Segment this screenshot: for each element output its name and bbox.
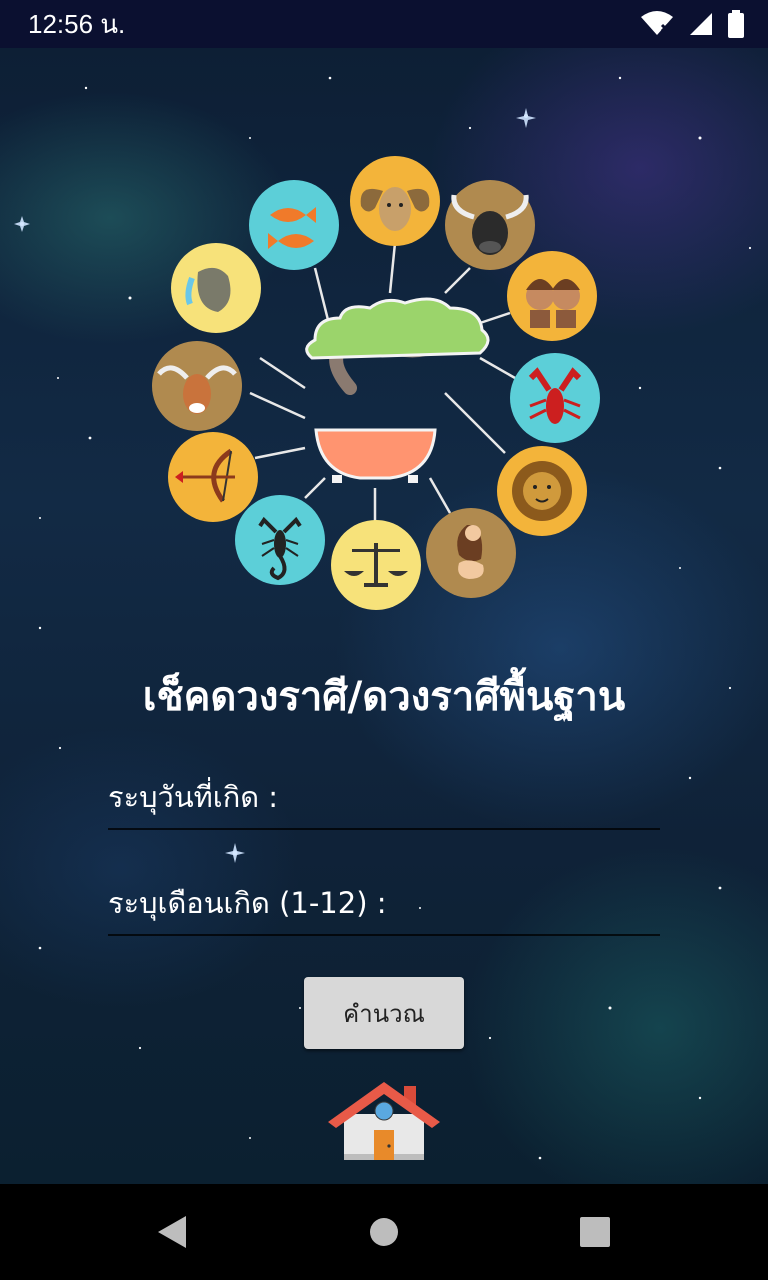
calculate-button[interactable]: คำนวณ (304, 977, 464, 1049)
birth-day-field[interactable]: ระบุวันที่เกิด : (108, 770, 660, 830)
app-content: เช็คดวงราศี/ดวงราศีพื้นฐาน ระบุวันที่เกิ… (0, 48, 768, 1184)
status-icons (640, 10, 744, 38)
birth-month-input[interactable] (108, 876, 660, 934)
status-bar: 12:56 น. (0, 0, 768, 48)
birth-month-field[interactable]: ระบุเดือนเกิด (1-12) : (108, 876, 660, 936)
page-title: เช็คดวงราศี/ดวงราศีพื้นฐาน (142, 674, 626, 720)
battery-icon (728, 10, 744, 38)
birth-day-input[interactable] (108, 770, 660, 828)
navigation-bar (0, 1184, 768, 1280)
recents-icon[interactable] (571, 1208, 619, 1256)
signal-icon (690, 13, 712, 35)
home-icon[interactable] (326, 1078, 442, 1160)
wifi-icon (641, 11, 673, 35)
back-icon[interactable] (150, 1208, 198, 1256)
zodiac-wheel-illustration (152, 156, 600, 610)
home-nav-icon[interactable] (360, 1208, 408, 1256)
status-time: 12:56 น. (28, 8, 126, 39)
